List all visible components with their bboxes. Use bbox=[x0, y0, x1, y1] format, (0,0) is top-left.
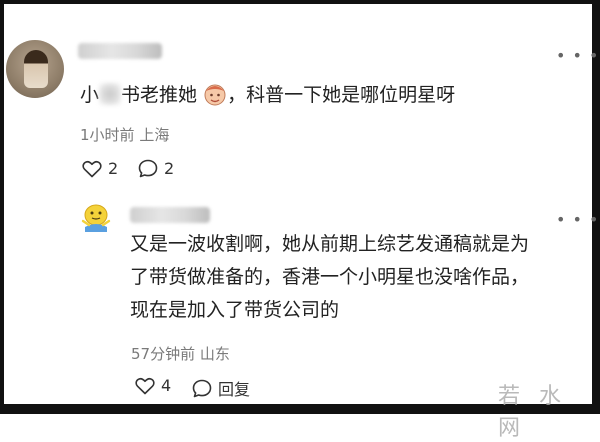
redacted-patch bbox=[99, 83, 122, 105]
reply-text: 又是一波收割啊，她从前期上综艺发通稿就是为 了带货做准备的，香港一个小明星也没啥… bbox=[130, 228, 529, 327]
comment-location: 上海 bbox=[139, 126, 170, 144]
avatar-figure bbox=[24, 50, 48, 88]
reply-count: 2 bbox=[164, 159, 175, 178]
comment-text-part: ，科普一下她是哪位明星呀 bbox=[227, 84, 456, 106]
heart-icon bbox=[135, 377, 155, 394]
like-count: 2 bbox=[108, 159, 119, 178]
more-icon[interactable]: • • • bbox=[556, 46, 599, 65]
comment-icon bbox=[192, 379, 212, 397]
like-count: 4 bbox=[161, 376, 172, 395]
like-button[interactable]: 2 bbox=[82, 159, 118, 178]
comment-text-part: 书老推她 bbox=[121, 84, 198, 106]
avatar[interactable] bbox=[80, 201, 112, 233]
reply-text-line: 又是一波收割啊，她从前期上综艺发通稿就是为 bbox=[130, 233, 530, 255]
comment-icon bbox=[138, 159, 158, 178]
username-redacted[interactable] bbox=[78, 43, 162, 59]
more-icon[interactable]: • • • bbox=[556, 210, 599, 229]
reply-meta: 57分钟前 山东 bbox=[131, 343, 230, 364]
reply-text-line: 现在是加入了带货公司的 bbox=[130, 299, 340, 321]
watermark: 若 水 网 bbox=[498, 384, 567, 441]
comment-text: 小书老推她 ，科普一下她是哪位明星呀 bbox=[80, 79, 455, 112]
reply-text-line: 了带货做准备的，香港一个小明星也没啥作品， bbox=[130, 266, 530, 288]
username-redacted[interactable] bbox=[130, 207, 210, 223]
like-button[interactable]: 4 bbox=[135, 376, 171, 395]
comment-time: 1小时前 bbox=[80, 126, 135, 144]
reply-time: 57分钟前 bbox=[131, 345, 196, 363]
avatar[interactable] bbox=[6, 40, 64, 98]
face-emoji-icon bbox=[204, 84, 226, 106]
reply-location: 山东 bbox=[199, 345, 230, 363]
comment-text-part: 小 bbox=[80, 84, 100, 106]
comment-meta: 1小时前 上海 bbox=[80, 124, 169, 145]
reply-button[interactable]: 回复 bbox=[192, 376, 250, 400]
reply-label: 回复 bbox=[218, 380, 251, 399]
comment-button[interactable]: 2 bbox=[138, 159, 174, 178]
reply-avatar-icon bbox=[81, 204, 111, 232]
heart-icon bbox=[82, 160, 102, 177]
